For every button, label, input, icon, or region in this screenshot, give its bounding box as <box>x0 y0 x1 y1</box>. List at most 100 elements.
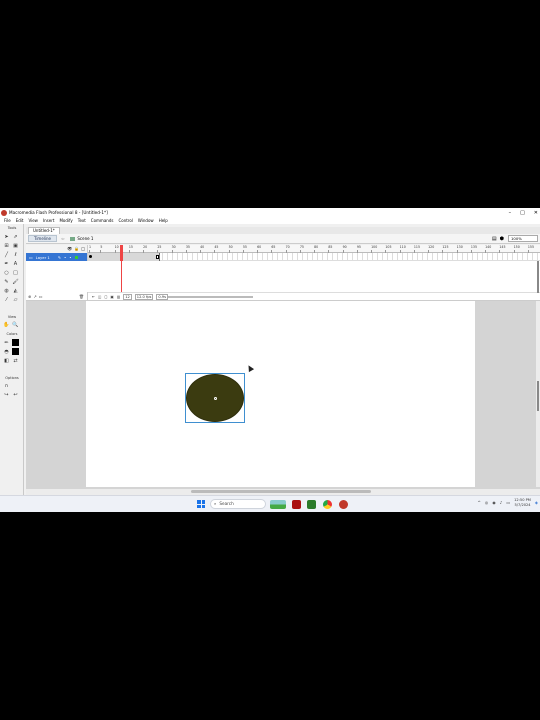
fill-color-icon[interactable]: ◓ <box>3 348 10 355</box>
transform-center-point[interactable] <box>214 397 217 400</box>
swap-colors-icon[interactable]: ⇄ <box>12 357 19 364</box>
menu-commands[interactable]: Commands <box>91 218 114 223</box>
minimize-button[interactable]: – <box>509 210 512 216</box>
subselection-tool-icon[interactable]: ⇗ <box>12 233 19 240</box>
eraser-tool-icon[interactable]: ▱ <box>12 296 19 303</box>
insert-layer-icon[interactable]: ⊕ <box>28 294 31 299</box>
clock[interactable]: 12:50 PM 5/7/2024 <box>514 498 531 507</box>
timeline-toggle-button[interactable]: Timeline <box>28 235 58 242</box>
onion-markers-icon[interactable]: ▥ <box>117 295 120 299</box>
oval-tool-icon[interactable]: ○ <box>3 269 10 276</box>
insert-folder-icon[interactable]: ▭ <box>39 294 43 299</box>
eye-icon[interactable]: 👁 <box>67 246 72 251</box>
layer-name[interactable]: Layer 1 <box>36 255 50 260</box>
menu-window[interactable]: Window <box>138 218 154 223</box>
hand-tool-icon[interactable]: ✋ <box>3 321 10 328</box>
end-frame[interactable] <box>156 255 159 259</box>
maximize-button[interactable]: □ <box>520 210 525 216</box>
stage-vertical-scrollbar[interactable] <box>536 301 540 487</box>
add-guide-icon[interactable]: ↗ <box>33 294 36 299</box>
battery-icon[interactable]: ▭ <box>506 500 510 505</box>
text-tool-icon[interactable]: A <box>12 260 19 267</box>
ruler-tick-label: 55 <box>242 245 247 249</box>
center-frame-icon[interactable]: ⇤ <box>92 295 95 299</box>
frame-ruler[interactable]: 1 5 10 15 20 25 30 35 40 45 50 55 60 65 70 75 80 85 90 95 10… <box>88 245 540 253</box>
tools-label: Tools <box>7 226 17 230</box>
volume-icon[interactable]: ♪ <box>500 500 503 505</box>
widgets-landscape-icon[interactable] <box>270 500 286 509</box>
menu-help[interactable]: Help <box>159 218 168 223</box>
task-view-icon[interactable] <box>292 500 301 509</box>
trash-icon[interactable]: 🗑 <box>79 294 84 299</box>
menu-insert[interactable]: Insert <box>43 218 54 223</box>
menu-text[interactable]: Text <box>78 218 86 223</box>
stage[interactable] <box>86 301 475 487</box>
document-tab[interactable]: Untitled-1* <box>28 227 60 234</box>
onion-skin-icon[interactable]: ◫ <box>98 295 101 299</box>
lock-icon[interactable]: 🔒 <box>74 246 79 251</box>
timeline-horizontal-scrollbar[interactable] <box>168 296 253 298</box>
visibility-dot[interactable]: • <box>64 255 66 260</box>
ellipse-shape[interactable] <box>186 374 244 422</box>
ruler-tick-label: 145 <box>499 245 506 249</box>
edit-symbol-icon[interactable]: ⬢ <box>500 236 504 242</box>
close-button[interactable]: ✕ <box>534 210 538 216</box>
notification-icon[interactable]: ◈ <box>535 500 538 505</box>
onion-outline-icon[interactable]: ◻ <box>104 295 107 299</box>
outline-square-icon[interactable] <box>74 255 78 259</box>
chevron-up-icon[interactable]: ^ <box>477 500 480 505</box>
edit-scene-icon[interactable]: ▤ <box>492 236 497 242</box>
menu-control[interactable]: Control <box>118 218 132 223</box>
layer-tools: ⊕ ↗ ▭ 🗑 <box>26 292 88 300</box>
pen-tool-icon[interactable]: ✒ <box>3 260 10 267</box>
lasso-tool-icon[interactable]: ℓ <box>12 251 19 258</box>
keyframe[interactable] <box>89 255 92 258</box>
network-icon[interactable]: ◎ <box>485 500 489 505</box>
stage-vertical-thumb[interactable] <box>537 381 539 411</box>
snap-magnet-icon[interactable]: ∩ <box>3 382 10 389</box>
stroke-swatch[interactable] <box>12 339 19 346</box>
chrome-icon[interactable] <box>323 500 332 509</box>
timeline-vertical-scrollbar[interactable] <box>537 261 539 293</box>
line-tool-icon[interactable]: ╱ <box>3 251 10 258</box>
rectangle-tool-icon[interactable]: □ <box>12 269 19 276</box>
menu-modify[interactable]: Modify <box>59 218 72 223</box>
gradient-transform-tool-icon[interactable]: ▣ <box>12 242 19 249</box>
pencil-tool-icon[interactable]: ✎ <box>3 278 10 285</box>
windows-start-icon[interactable] <box>197 500 205 508</box>
lock-dot[interactable]: • <box>69 255 71 260</box>
selection-bounding-box[interactable] <box>185 373 245 423</box>
wifi-icon[interactable]: ◉ <box>492 500 496 505</box>
file-explorer-icon[interactable] <box>307 500 316 509</box>
layer-frames[interactable] <box>88 253 540 261</box>
menu-file[interactable]: File <box>4 218 11 223</box>
timeline-panel: 👁 🔒 □ ▭ Layer 1 ✎ • • ⊕ ↗ ▭ 🗑 1 5 10 15 20 25… <box>26 245 540 301</box>
eyedropper-tool-icon[interactable]: ⁄ <box>3 296 10 303</box>
layer-row[interactable]: ▭ Layer 1 ✎ • • <box>26 253 88 261</box>
default-colors-icon[interactable]: ◧ <box>3 357 10 364</box>
back-arrow-icon[interactable]: ⇦ <box>61 236 64 241</box>
brush-tool-icon[interactable]: 🖌 <box>12 278 19 285</box>
selection-tool-icon[interactable]: ➤ <box>3 233 10 240</box>
stroke-color-icon[interactable]: ✏ <box>3 339 10 346</box>
playhead[interactable] <box>120 245 123 261</box>
zoom-tool-icon[interactable]: 🔍 <box>12 321 19 328</box>
flash-taskbar-icon[interactable] <box>339 500 348 509</box>
outline-icon[interactable]: □ <box>81 246 85 251</box>
ink-bottle-tool-icon[interactable]: ◍ <box>3 287 10 294</box>
taskbar-search[interactable]: ⌕ Search <box>210 499 266 509</box>
edit-multiple-icon[interactable]: ▣ <box>110 295 113 299</box>
smooth-icon[interactable]: ↪ <box>3 391 10 398</box>
stage-horizontal-thumb[interactable] <box>191 490 371 493</box>
free-transform-tool-icon[interactable]: ⊞ <box>3 242 10 249</box>
ruler-tick-label: 70 <box>285 245 290 249</box>
paint-bucket-tool-icon[interactable]: ◭ <box>12 287 19 294</box>
straighten-icon[interactable]: ↩ <box>12 391 19 398</box>
zoom-select[interactable]: 100% <box>508 235 538 242</box>
window-title: Macromedia Flash Professional 8 - [Untit… <box>9 210 108 215</box>
fill-swatch[interactable] <box>12 348 19 355</box>
ruler-tick-label: 85 <box>328 245 333 249</box>
menu-edit[interactable]: Edit <box>16 218 24 223</box>
frame-rate[interactable]: 12.0 fps <box>134 293 154 300</box>
menu-view[interactable]: View <box>28 218 38 223</box>
